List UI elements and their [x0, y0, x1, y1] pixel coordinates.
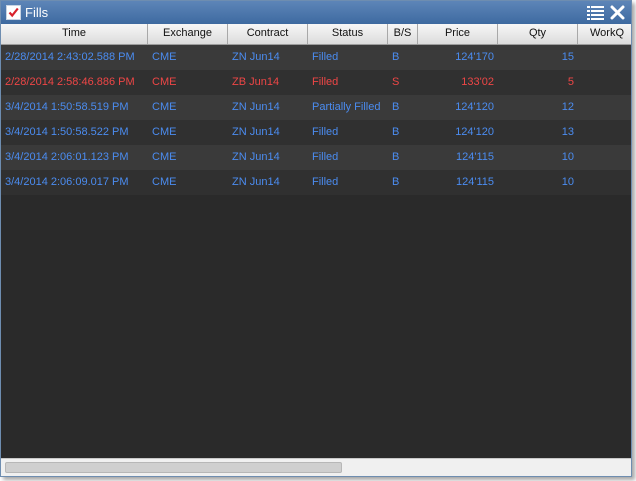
- table-row[interactable]: 2/28/2014 2:58:46.886 PM CME ZB Jun14 Fille…: [1, 70, 631, 95]
- cell-workq: [578, 45, 631, 70]
- column-header-exchange[interactable]: Exchange: [148, 24, 228, 44]
- cell-contract: ZN Jun14: [232, 126, 280, 138]
- cell-qty: 13: [561, 126, 574, 138]
- cell-exchange: CME: [152, 76, 177, 88]
- column-header-price[interactable]: Price: [418, 24, 498, 44]
- cell-price: 124'120: [455, 101, 494, 113]
- cell-buy-sell: S: [392, 76, 400, 88]
- cell-workq: [578, 145, 631, 170]
- cell-buy-sell: B: [392, 101, 400, 113]
- title-bar[interactable]: Fills: [1, 1, 631, 24]
- cell-price: 124'115: [456, 176, 494, 188]
- cell-price: 124'120: [455, 126, 494, 138]
- cell-workq: [578, 170, 631, 195]
- cell-status: Filled: [312, 176, 339, 188]
- cell-buy-sell: B: [392, 126, 400, 138]
- cell-workq: [578, 120, 631, 145]
- column-header-status[interactable]: Status: [308, 24, 388, 44]
- cell-exchange: CME: [152, 176, 177, 188]
- table-row[interactable]: 3/4/2014 1:50:58.519 PM CME ZN Jun14 Partia…: [1, 95, 631, 120]
- cell-qty: 15: [561, 51, 574, 63]
- cell-contract: ZB Jun14: [232, 76, 280, 88]
- check-icon: [6, 5, 21, 20]
- cell-status: Filled: [312, 151, 339, 163]
- cell-exchange: CME: [152, 126, 177, 138]
- cell-contract: ZN Jun14: [232, 101, 280, 113]
- table-body: 2/28/2014 2:43:02.588 PM CME ZN Jun14 Fille…: [1, 45, 631, 195]
- column-header-buy-sell[interactable]: B/S: [388, 24, 418, 44]
- cell-exchange: CME: [152, 151, 177, 163]
- list-icon[interactable]: [587, 4, 604, 21]
- title-actions: [587, 4, 626, 21]
- cell-status: Filled: [312, 51, 339, 63]
- window-title: Fills: [25, 5, 49, 20]
- horizontal-scrollbar[interactable]: [1, 458, 631, 476]
- cell-status: Partially Filled: [312, 101, 381, 113]
- column-header-workq[interactable]: WorkQ: [578, 24, 631, 44]
- cell-time: 3/4/2014 2:06:01.123 PM: [5, 151, 129, 163]
- fills-window: Fills Time Exchange Contract Status B/S …: [0, 0, 632, 477]
- cell-time: 2/28/2014 2:58:46.886 PM: [5, 76, 135, 88]
- cell-price: 124'115: [456, 151, 494, 163]
- cell-exchange: CME: [152, 51, 177, 63]
- table-row[interactable]: 3/4/2014 2:06:01.123 PM CME ZN Jun14 Filled…: [1, 145, 631, 170]
- cell-contract: ZN Jun14: [232, 176, 280, 188]
- fills-table: Time Exchange Contract Status B/S Price …: [1, 24, 631, 195]
- column-header-time[interactable]: Time: [1, 24, 148, 44]
- cell-price: 133'02: [461, 76, 494, 88]
- cell-qty: 10: [561, 151, 574, 163]
- cell-exchange: CME: [152, 101, 177, 113]
- cell-buy-sell: B: [392, 51, 400, 63]
- cell-status: Filled: [312, 126, 339, 138]
- table-row[interactable]: 3/4/2014 1:50:58.522 PM CME ZN Jun14 Filled…: [1, 120, 631, 145]
- column-header-qty[interactable]: Qty: [498, 24, 578, 44]
- cell-contract: ZN Jun14: [232, 151, 280, 163]
- close-icon[interactable]: [609, 4, 626, 21]
- table-header: Time Exchange Contract Status B/S Price …: [1, 24, 631, 45]
- cell-buy-sell: B: [392, 151, 400, 163]
- cell-time: 3/4/2014 2:06:09.017 PM: [5, 176, 129, 188]
- cell-contract: ZN Jun14: [232, 51, 280, 63]
- table-row[interactable]: 3/4/2014 2:06:09.017 PM CME ZN Jun14 Filled…: [1, 170, 631, 195]
- cell-buy-sell: B: [392, 176, 400, 188]
- cell-workq: [578, 70, 631, 95]
- cell-time: 3/4/2014 1:50:58.522 PM: [5, 126, 129, 138]
- cell-time: 2/28/2014 2:43:02.588 PM: [5, 51, 135, 63]
- cell-qty: 5: [567, 76, 574, 88]
- cell-workq: [578, 95, 631, 120]
- cell-status: Filled: [312, 76, 339, 88]
- cell-qty: 12: [561, 101, 574, 113]
- scrollbar-thumb[interactable]: [5, 462, 342, 473]
- column-header-contract[interactable]: Contract: [228, 24, 308, 44]
- cell-qty: 10: [561, 176, 574, 188]
- table-row[interactable]: 2/28/2014 2:43:02.588 PM CME ZN Jun14 Fille…: [1, 45, 631, 70]
- cell-price: 124'170: [455, 51, 494, 63]
- cell-time: 3/4/2014 1:50:58.519 PM: [5, 101, 129, 113]
